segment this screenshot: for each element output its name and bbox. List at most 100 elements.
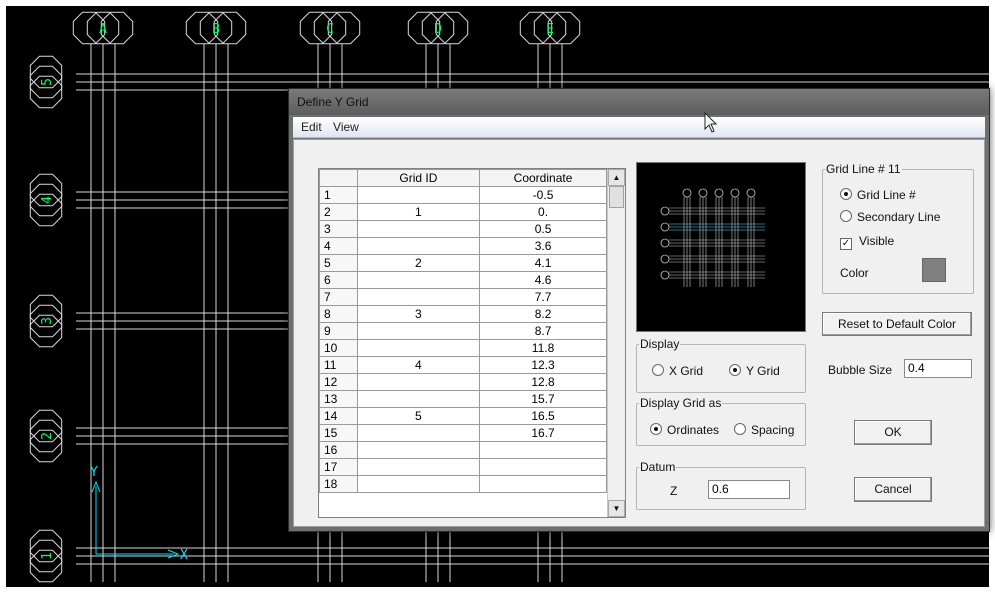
table-row[interactable]: 8 3 8.2 (319, 305, 607, 323)
table-row[interactable]: 15 16.7 (319, 424, 607, 442)
coordinate-cell[interactable]: 16.5 (479, 407, 607, 425)
display-grid-as-legend: Display Grid as (640, 396, 722, 410)
grid-id-cell[interactable] (356, 186, 481, 204)
scroll-up-icon[interactable]: ▲ (608, 169, 625, 186)
grid-id-cell[interactable] (356, 339, 481, 357)
coordinate-cell[interactable]: 16.7 (479, 424, 607, 442)
mouse-cursor-icon (704, 112, 718, 133)
grid-id-cell[interactable] (356, 390, 481, 408)
menu-edit[interactable]: Edit (301, 120, 322, 134)
table-row[interactable]: 12 12.8 (319, 373, 607, 391)
grid-id-cell[interactable] (356, 288, 481, 306)
row-number-cell: 17 (319, 458, 358, 476)
radio-unselected-icon (840, 210, 852, 222)
grid-id-cell[interactable] (356, 322, 481, 340)
grid-id-cell[interactable]: 1 (356, 203, 481, 221)
y-grid-radio[interactable]: Y Grid (729, 364, 780, 378)
coordinate-cell[interactable]: 0.5 (479, 220, 607, 238)
y-grid-label: Y Grid (746, 364, 780, 378)
grid-id-cell[interactable]: 5 (356, 407, 481, 425)
table-row[interactable]: 4 3.6 (319, 237, 607, 255)
spacing-radio[interactable]: Spacing (734, 423, 794, 437)
row-number-cell: 18 (319, 475, 358, 493)
table-row[interactable]: 11 4 12.3 (319, 356, 607, 374)
grid-id-cell[interactable] (356, 475, 481, 493)
secondary-line-radio[interactable]: Secondary Line (840, 210, 940, 224)
ok-button[interactable]: OK (854, 420, 932, 445)
scroll-thumb[interactable] (609, 186, 624, 208)
coordinate-cell[interactable]: 8.2 (479, 305, 607, 323)
datum-legend: Datum (640, 460, 676, 474)
preview-column-bubble (698, 188, 708, 198)
ordinates-radio[interactable]: Ordinates (650, 423, 719, 437)
grid-id-cell[interactable] (356, 271, 481, 289)
coordinate-cell[interactable]: 11.8 (479, 339, 607, 357)
table-row[interactable]: 1 -0.5 (319, 186, 607, 204)
color-swatch[interactable] (922, 258, 946, 282)
coordinate-cell[interactable]: 4.6 (479, 271, 607, 289)
coordinate-cell[interactable]: 12.3 (479, 356, 607, 374)
row-number-cell: 11 (319, 356, 358, 374)
row-number-cell: 4 (319, 237, 358, 255)
preview-row-bubble (660, 254, 670, 264)
table-row[interactable]: 17 (319, 458, 607, 476)
grid-line-radio[interactable]: Grid Line # (840, 188, 916, 202)
dialog-titlebar[interactable]: Define Y Grid (289, 89, 989, 115)
preview-column-bubble (714, 188, 724, 198)
datum-z-label: Z (670, 484, 678, 498)
grid-id-cell[interactable] (356, 458, 481, 476)
row-number-cell: 6 (319, 271, 358, 289)
table-row[interactable]: 10 11.8 (319, 339, 607, 357)
table-row[interactable]: 7 7.7 (319, 288, 607, 306)
table-row[interactable]: 18 (319, 475, 607, 493)
row-number-cell: 9 (319, 322, 358, 340)
table-row[interactable]: 6 4.6 (319, 271, 607, 289)
grid-id-cell[interactable]: 2 (356, 254, 481, 272)
table-row[interactable]: 2 1 0. (319, 203, 607, 221)
datum-z-field[interactable]: 0.6 (708, 480, 790, 499)
display-grid-as-group: Display Grid as (636, 396, 806, 446)
grid-id-cell[interactable]: 3 (356, 305, 481, 323)
table-row[interactable]: 16 (319, 441, 607, 459)
radio-unselected-icon (734, 423, 746, 435)
grid-id-cell[interactable] (356, 441, 481, 459)
radio-selected-icon (729, 364, 741, 376)
table-header-row: Grid ID Coordinate (319, 169, 607, 187)
grid-id-cell[interactable] (356, 237, 481, 255)
dialog-title: Define Y Grid (297, 95, 369, 109)
menu-view[interactable]: View (333, 120, 359, 134)
table-scrollbar[interactable]: ▲ ▼ (607, 169, 625, 517)
coordinate-cell[interactable]: 7.7 (479, 288, 607, 306)
secondary-line-label: Secondary Line (857, 210, 941, 224)
table-row[interactable]: 13 15.7 (319, 390, 607, 408)
coordinate-cell[interactable]: 0. (479, 203, 607, 221)
table-row[interactable]: 14 5 16.5 (319, 407, 607, 425)
grid-id-cell[interactable]: 4 (356, 356, 481, 374)
row-number-cell: 15 (319, 424, 358, 442)
grid-id-cell[interactable] (356, 220, 481, 238)
row-number-cell: 8 (319, 305, 358, 323)
coordinate-cell[interactable]: 4.1 (479, 254, 607, 272)
grid-id-cell[interactable] (356, 424, 481, 442)
table-row[interactable]: 9 8.7 (319, 322, 607, 340)
row-bubble-label: 5 (40, 78, 55, 86)
table-row[interactable]: 3 0.5 (319, 220, 607, 238)
coordinate-cell[interactable] (479, 458, 607, 476)
coordinate-cell[interactable] (479, 475, 607, 493)
scroll-down-icon[interactable]: ▼ (608, 500, 625, 517)
cancel-button[interactable]: Cancel (854, 477, 932, 502)
grid-preview (636, 162, 806, 332)
grid-id-cell[interactable] (356, 373, 481, 391)
visible-checkbox[interactable]: ✓ Visible (840, 234, 894, 250)
reset-default-color-button[interactable]: Reset to Default Color (822, 312, 972, 336)
coordinate-cell[interactable]: 8.7 (479, 322, 607, 340)
table-row[interactable]: 5 2 4.1 (319, 254, 607, 272)
row-number-cell: 14 (319, 407, 358, 425)
x-grid-radio[interactable]: X Grid (652, 364, 703, 378)
coordinate-cell[interactable]: 15.7 (479, 390, 607, 408)
coordinate-cell[interactable]: -0.5 (479, 186, 607, 204)
bubble-size-field[interactable]: 0.4 (904, 359, 972, 378)
coordinate-cell[interactable] (479, 441, 607, 459)
coordinate-cell[interactable]: 3.6 (479, 237, 607, 255)
coordinate-cell[interactable]: 12.8 (479, 373, 607, 391)
